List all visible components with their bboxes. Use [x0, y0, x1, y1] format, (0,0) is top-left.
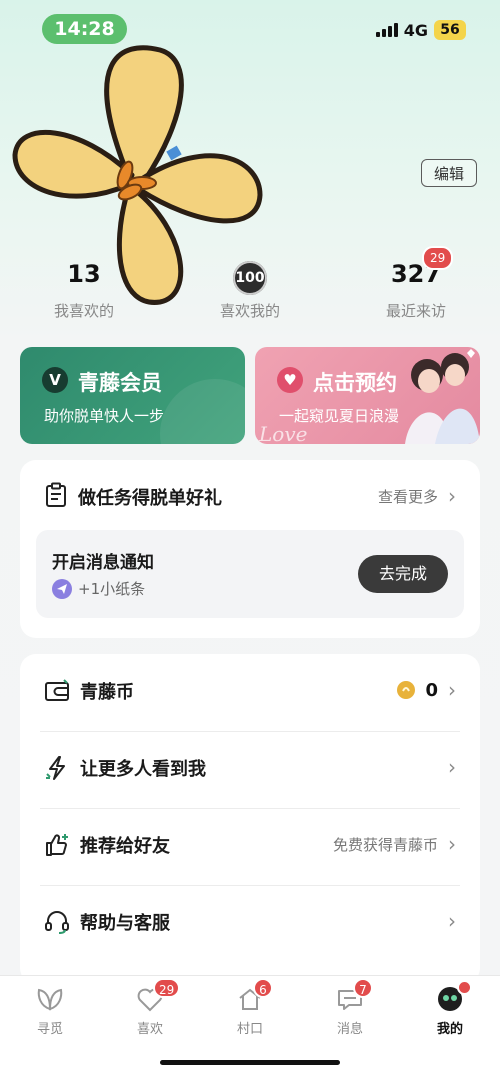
stat-recent-visits[interactable]: 327 最近来访: [346, 258, 486, 321]
signal-icon: [375, 23, 398, 37]
boost-icon: [46, 756, 65, 780]
stat-recent-visits-value: 327: [390, 260, 442, 288]
tab-messages-badge: 7: [353, 978, 373, 998]
tab-me-label: 我的: [436, 1022, 463, 1037]
wallet-icon: [45, 679, 69, 701]
vip-decor-icon: [160, 379, 245, 444]
menu-item-boost[interactable]: 让更多人看到我 ›: [20, 731, 480, 808]
leaf-icon: [37, 988, 63, 1011]
task-reward-text: +1小纸条: [78, 580, 146, 598]
booking-title: 点击预约: [313, 371, 397, 395]
tab-me-dot: [457, 980, 472, 995]
coins-value: 0: [425, 679, 438, 701]
menu-item-help-label: 帮助与客服: [80, 913, 170, 934]
home-indicator: [160, 1060, 340, 1065]
tab-explore-label: 寻觅: [36, 1022, 63, 1037]
menu-item-help[interactable]: 帮助与客服 ›: [20, 885, 480, 962]
booking-card[interactable]: ♥ 点击预约 一起窥见夏日浪漫 Love: [255, 347, 480, 444]
menu-item-recommend[interactable]: 推荐给好友 免费获得青藤币 ›: [20, 808, 480, 885]
paper-plane-icon: [52, 578, 72, 599]
liked-me-count-icon: 100: [233, 261, 267, 295]
bottom-tab-bar: 寻觅 29 喜欢 6 村口 7 消息 我的: [0, 975, 500, 1069]
tasks-more-link[interactable]: 查看更多 ›: [378, 484, 456, 508]
love-decor-text: Love: [259, 422, 308, 444]
task-item-title: 开启消息通知: [52, 553, 154, 573]
tab-likes[interactable]: 29 喜欢: [100, 978, 200, 1037]
battery-level: 56: [434, 20, 466, 40]
stat-liked-me-label: 喜欢我的: [219, 302, 280, 320]
tab-me[interactable]: 我的: [400, 980, 500, 1037]
stat-liked-label: 我喜欢的: [53, 302, 114, 320]
complete-task-button[interactable]: 去完成: [358, 555, 448, 593]
stat-recent-visits-label: 最近来访: [385, 302, 446, 320]
task-reward: +1小纸条: [52, 578, 145, 599]
menu-item-recommend-label: 推荐给好友: [80, 836, 170, 857]
heart-logo-icon: ♥: [277, 367, 303, 393]
network-type: 4G: [403, 20, 428, 40]
stat-liked-me[interactable]: 100 喜欢我的: [180, 258, 320, 321]
tab-messages-label: 消息: [336, 1022, 363, 1037]
menu-item-coins-label: 青藤币: [80, 682, 134, 703]
tasks-title: 做任务得脱单好礼: [78, 488, 222, 509]
chevron-right-icon: ›: [448, 678, 456, 702]
task-item-notification: 开启消息通知 +1小纸条 去完成: [36, 530, 464, 618]
stat-liked[interactable]: 13 我喜欢的: [14, 258, 154, 321]
stat-liked-value: 13: [67, 260, 101, 288]
chevron-right-icon: ›: [448, 832, 456, 856]
clipboard-icon: [46, 482, 66, 507]
tab-village[interactable]: 6 村口: [200, 978, 300, 1037]
coin-icon: [397, 681, 416, 699]
headset-icon: [45, 911, 69, 934]
chevron-right-icon: ›: [448, 484, 456, 508]
tasks-more-label: 查看更多: [377, 487, 438, 506]
tab-village-label: 村口: [236, 1022, 263, 1037]
menu-panel: 青藤币 0 › 让更多人看到我 › 推荐给好友 免费获得青藤币 › 帮助与客服 …: [20, 654, 480, 984]
status-right: 4G 56: [375, 20, 466, 40]
thumbs-up-icon: [46, 834, 68, 856]
tab-messages[interactable]: 7 消息: [300, 978, 400, 1037]
vip-logo-icon: V: [42, 367, 68, 393]
edit-profile-button[interactable]: 编辑: [421, 159, 477, 187]
tab-likes-badge: 29: [153, 978, 181, 998]
vip-card[interactable]: V 青藤会员 助你脱单快人一步: [20, 347, 245, 444]
tab-explore[interactable]: 寻觅: [0, 984, 100, 1037]
menu-item-coins[interactable]: 青藤币 0 ›: [20, 654, 480, 731]
coins-balance: 0 ›: [397, 678, 456, 702]
tab-village-badge: 6: [253, 978, 273, 998]
chevron-right-icon: ›: [448, 909, 456, 933]
recommend-hint: 免费获得青藤币: [332, 835, 438, 854]
menu-item-boost-label: 让更多人看到我: [80, 759, 206, 780]
visits-badge: 29: [422, 246, 454, 270]
chevron-right-icon: ›: [448, 755, 456, 779]
tasks-panel: 做任务得脱单好礼 查看更多 › 开启消息通知 +1小纸条 去完成: [20, 460, 480, 638]
tab-likes-label: 喜欢: [136, 1022, 163, 1037]
